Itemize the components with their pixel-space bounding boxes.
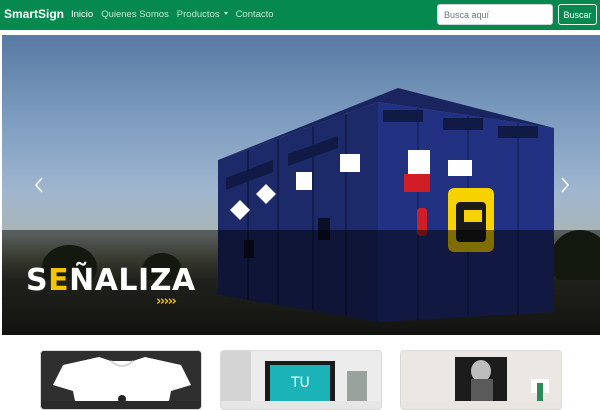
chevron-right-icon[interactable]: [558, 175, 572, 195]
navbar: SmartSign Inicio Quienes Somos Productos…: [0, 0, 600, 30]
nav-link-productos[interactable]: Productos: [177, 9, 228, 20]
product-card-poster[interactable]: [400, 350, 562, 410]
tshirt-image: [41, 351, 201, 403]
slide-title-accent: E: [48, 263, 70, 298]
poster-image: [401, 351, 561, 401]
nav-links: Inicio Quienes Somos Productos Contacto: [71, 9, 282, 20]
nav-link-productos-label: Productos: [176, 9, 220, 20]
search-input[interactable]: [437, 4, 553, 25]
chevron-left-icon[interactable]: [32, 175, 46, 195]
product-card-frame[interactable]: TU: [220, 350, 382, 410]
product-card-tshirt[interactable]: [40, 350, 202, 410]
brand-logo[interactable]: SmartSign: [4, 7, 64, 21]
nav-link-inicio[interactable]: Inicio: [71, 9, 93, 20]
chevrons-decoration: ›››››: [156, 294, 177, 309]
frame-image-text: TU: [291, 375, 310, 391]
nav-link-contacto[interactable]: Contacto: [236, 9, 274, 20]
slide-title-prefix: S: [26, 263, 49, 298]
nav-link-quienes-somos[interactable]: Quienes Somos: [101, 9, 169, 20]
chevron-down-icon: [223, 11, 228, 15]
search-button[interactable]: Buscar: [558, 4, 597, 25]
slide-title-rest: ÑALIZA: [69, 263, 196, 298]
slide-title: SEÑALIZA: [26, 263, 196, 298]
hero-carousel: SEÑALIZA ›››››: [2, 35, 600, 335]
